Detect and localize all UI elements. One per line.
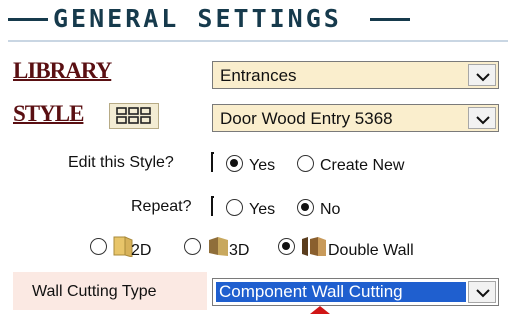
edit-style-yes-label[interactable]: Yes (249, 157, 275, 175)
wall-cutting-select-value: Component Wall Cutting (216, 282, 466, 302)
chevron-down-icon (476, 116, 490, 125)
library-dropdown-button[interactable] (468, 64, 496, 86)
view-3d-label[interactable]: 3D (229, 242, 249, 260)
header-line-left (8, 18, 48, 21)
library-label[interactable]: LIBRARY (13, 58, 112, 84)
library-select-value: Entrances (220, 66, 297, 85)
door-3d-icon (209, 237, 228, 256)
red-arrow-icon (310, 306, 330, 314)
edit-style-create-new-label[interactable]: Create New (320, 157, 404, 175)
chevron-down-icon (476, 73, 490, 82)
view-2d-label[interactable]: 2D (131, 242, 151, 260)
view-double-wall-label[interactable]: Double Wall (328, 242, 414, 260)
style-grid-button[interactable] (109, 103, 159, 129)
view-2d-radio[interactable] (90, 238, 107, 255)
style-select[interactable]: Door Wood Entry 5368 (212, 104, 499, 132)
repeat-yes-label[interactable]: Yes (249, 201, 275, 219)
wall-cutting-dropdown-button[interactable] (468, 281, 496, 303)
repeat-label: Repeat? (131, 198, 192, 215)
view-double-wall-radio[interactable] (278, 238, 295, 255)
wall-cutting-select[interactable]: Component Wall Cutting (212, 278, 499, 306)
view-3d-radio[interactable] (184, 238, 201, 255)
edit-style-label: Edit this Style? (68, 154, 174, 171)
edit-style-yes-radio[interactable] (226, 155, 243, 172)
chevron-down-icon (476, 289, 490, 298)
style-select-value: Door Wood Entry 5368 (220, 109, 393, 128)
repeat-yes-radio[interactable] (226, 199, 243, 216)
style-dropdown-button[interactable] (468, 107, 496, 129)
double-wall-door-icon (302, 237, 326, 256)
header-divider (8, 40, 508, 42)
wall-cutting-label: Wall Cutting Type (32, 283, 157, 300)
library-select[interactable]: Entrances (212, 61, 499, 89)
grid-icon (116, 107, 151, 124)
repeat-no-label[interactable]: No (320, 201, 340, 219)
repeat-no-radio[interactable] (297, 199, 314, 216)
edit-style-bracket (211, 152, 214, 172)
header-line-right (370, 18, 410, 21)
section-title: GENERAL SETTINGS (53, 4, 342, 33)
edit-style-create-new-radio[interactable] (297, 155, 314, 172)
repeat-bracket (211, 196, 214, 216)
style-label[interactable]: STYLE (13, 101, 84, 127)
